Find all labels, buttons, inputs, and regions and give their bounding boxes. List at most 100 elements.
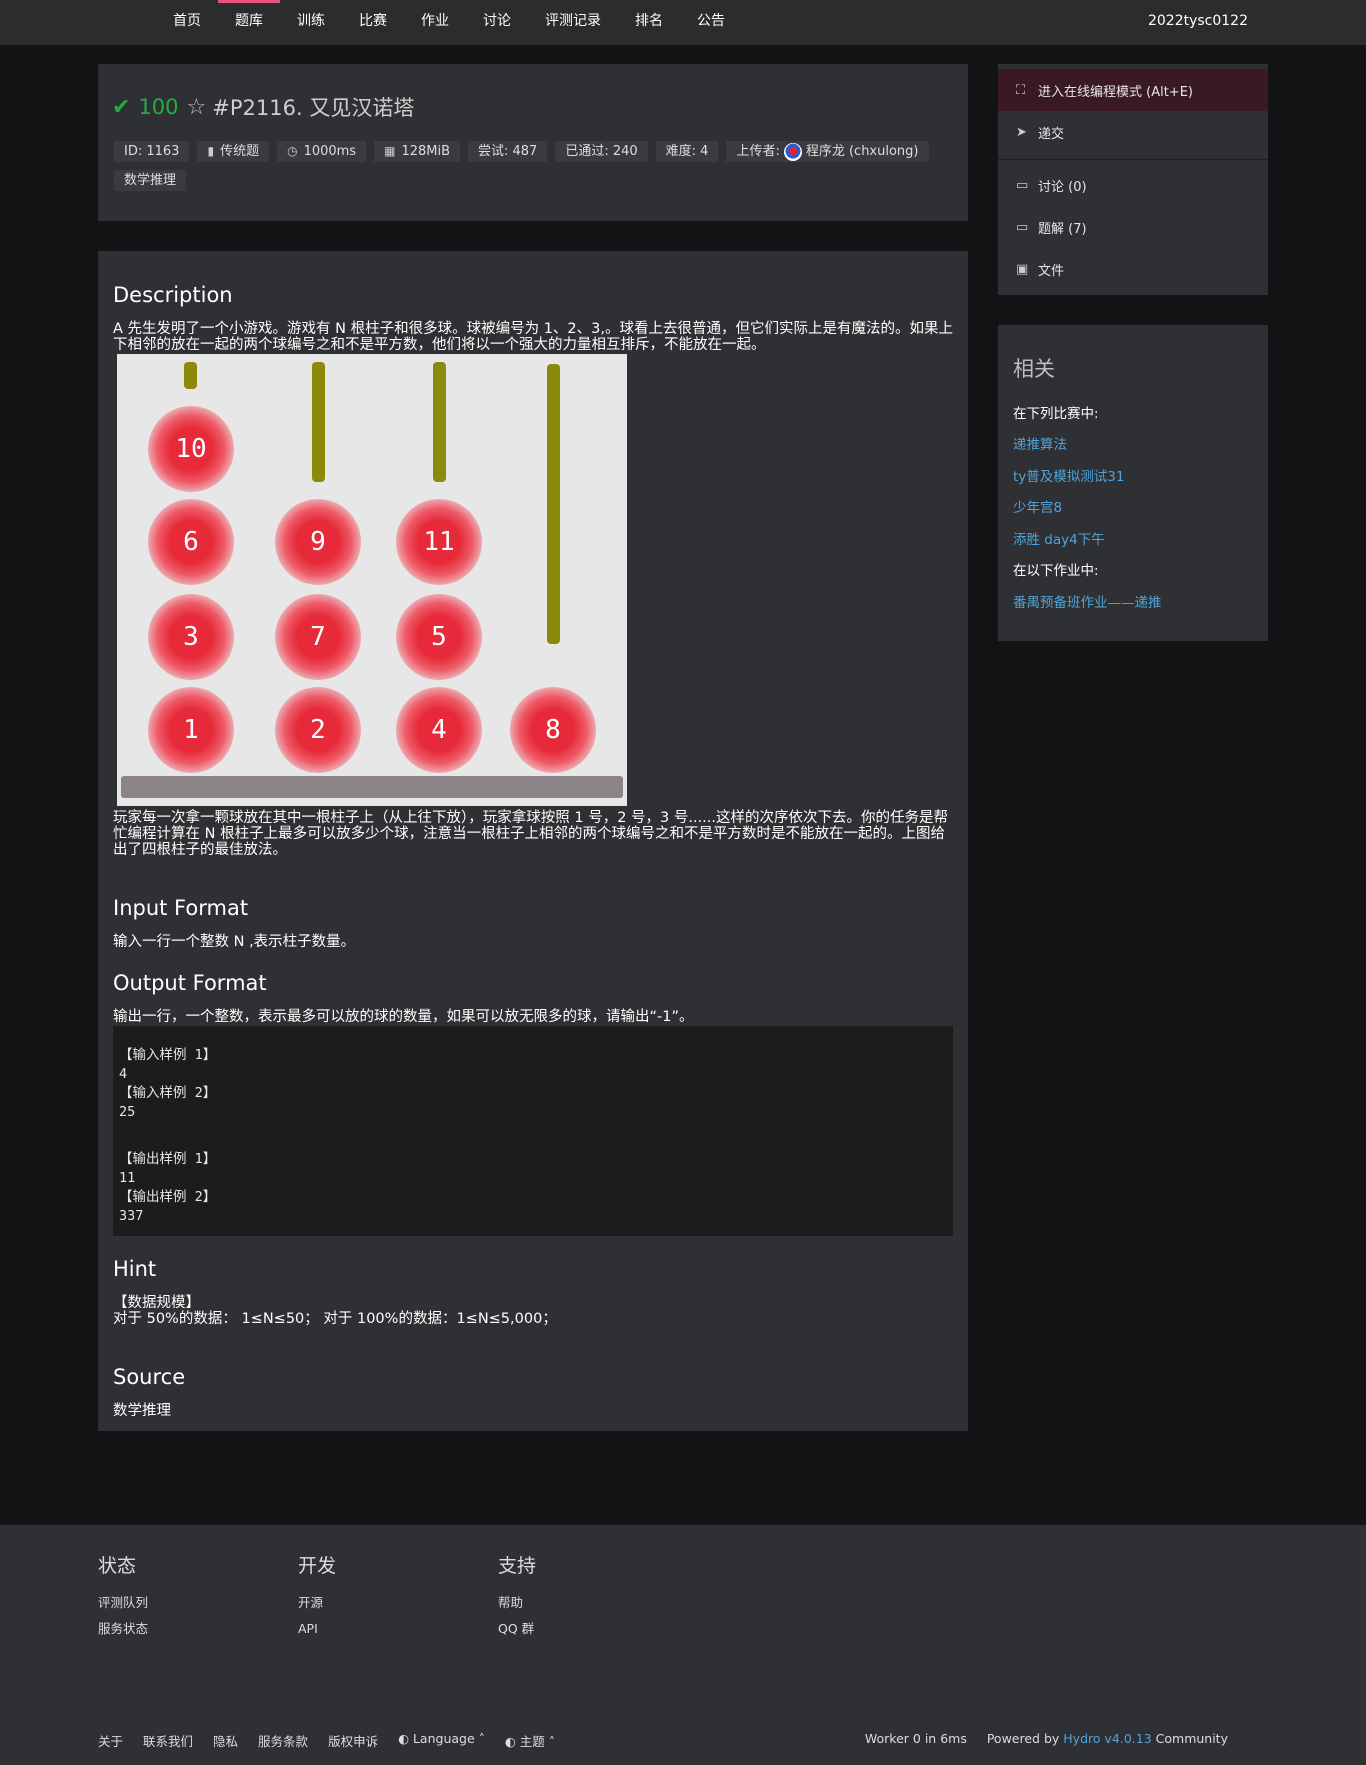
ball: 2 (275, 687, 361, 773)
caret-up-icon: ˄ (474, 1731, 485, 1746)
submit-button[interactable]: ➤ 递交 (998, 111, 1268, 153)
footer-link[interactable]: API (298, 1616, 336, 1642)
footer-status-col: 状态 评测队列 服务状态 (98, 1551, 148, 1642)
expand-icon: ⛶ (1016, 82, 1026, 98)
hydro-link[interactable]: Hydro v4.0.13 (1063, 1731, 1151, 1746)
sidebar-divider (998, 159, 1268, 160)
sample-output-1-label: 【输出样例 1】 (119, 1151, 217, 1167)
pole-2 (312, 362, 325, 482)
pole-4 (547, 364, 560, 644)
nav-ranking[interactable]: 排名 (618, 0, 680, 45)
uploader-link[interactable]: 程序龙 (chxulong) (806, 141, 919, 162)
footer-privacy-link[interactable]: 隐私 (213, 1731, 238, 1750)
solution-link[interactable]: ▭ 题解 (7) (998, 206, 1268, 248)
source-text: 数学推理 (113, 1403, 171, 1419)
description-text-2: 玩家每一次拿一颗球放在其中一根柱子上（从上往下放），玩家拿球按照 1 号，2 号… (113, 810, 949, 858)
meta-id: ID: 1163 (114, 141, 190, 162)
related-contest-link[interactable]: 少年宫8 (1013, 496, 1062, 516)
footer: 状态 评测队列 服务状态 开发 开源 API 支持 帮助 QQ 群 关于 联系我… (0, 1525, 1366, 1765)
footer-copyright-link[interactable]: 版权申诉 (328, 1731, 378, 1750)
footer-about-link[interactable]: 关于 (98, 1731, 123, 1750)
footer-link[interactable]: QQ 群 (498, 1616, 536, 1642)
discuss-link[interactable]: ▭ 讨论 (0) (998, 164, 1268, 206)
contests-label: 在下列比赛中: (1013, 406, 1099, 422)
sidebar-actions: ⛶ 进入在线编程模式 (Alt+E) ➤ 递交 ▭ 讨论 (0) ▭ 题解 (7… (998, 64, 1268, 295)
footer-link[interactable]: 评测队列 (98, 1590, 148, 1616)
meta-uploader: 上传者: 程序龙 (chxulong) (726, 141, 929, 162)
accepted-check-icon: ✔ (112, 94, 131, 120)
sample-output-1: 11 (119, 1170, 136, 1186)
related-contest-link[interactable]: ty普及模拟测试31 (1013, 465, 1124, 485)
footer-right-info: Worker 0 in 6ms Powered by Hydro v4.0.13… (865, 1731, 1228, 1746)
homework-label: 在以下作业中: (1013, 563, 1099, 579)
meta-tag[interactable]: 数学推理 (114, 170, 187, 191)
footer-dev-heading: 开发 (298, 1555, 337, 1577)
nav-records[interactable]: 评测记录 (528, 0, 618, 45)
footer-dev-col: 开发 开源 API (298, 1551, 336, 1642)
footer-link[interactable]: 开源 (298, 1590, 336, 1616)
footer-link[interactable]: 帮助 (498, 1590, 536, 1616)
problem-score: 100 (138, 95, 179, 119)
nav-home[interactable]: 首页 (156, 0, 218, 45)
ball: 7 (275, 594, 361, 680)
star-icon[interactable]: ☆ (187, 95, 207, 120)
description-text-1: A 先生发明了一个小游戏。游戏有 N 根柱子和很多球。球被编号为 1、2、3,。… (113, 321, 953, 353)
theme-icon: ◐ (504, 1734, 520, 1749)
discuss-label: 讨论 (0) (1038, 179, 1087, 195)
ball: 4 (396, 687, 482, 773)
ball: 1 (148, 687, 234, 773)
sample-input-2-label: 【输入样例 2】 (119, 1085, 217, 1101)
user-menu[interactable]: 2022tysc0122 (1148, 0, 1248, 43)
pole-3 (433, 362, 446, 482)
nav-discuss[interactable]: 讨论 (466, 0, 528, 45)
footer-support-heading: 支持 (498, 1555, 537, 1577)
image-file-icon: ▣ (1016, 261, 1029, 277)
files-link[interactable]: ▣ 文件 (998, 248, 1268, 290)
output-format-text: 输出一行，一个整数，表示最多可以放的球的数量，如果可以放无限多的球，请输出“-1… (113, 1009, 694, 1025)
caret-up-icon: ˄ (544, 1734, 556, 1749)
problem-meta: ID: 1163 ▮ 传统题 ◷ 1000ms ▦ 128MiB 尝试: 487 已通… (114, 141, 954, 191)
comment-icon: ▭ (1016, 177, 1029, 193)
hint-text-1: 【数据规模】 (113, 1295, 200, 1311)
ball: 6 (148, 499, 234, 585)
sample-output-2-label: 【输出样例 2】 (119, 1189, 217, 1205)
online-ide-button[interactable]: ⛶ 进入在线编程模式 (Alt+E) (998, 69, 1268, 111)
problem-title-row: ✔ 100 ☆ #P2116. 又见汉诺塔 (112, 92, 414, 122)
nav-problems[interactable]: 题库 (218, 0, 280, 45)
top-nav: 首页 题库 训练 比赛 作业 讨论 评测记录 排名 公告 2022tysc012… (0, 0, 1366, 45)
footer-bottom-links: 关于 联系我们 隐私 服务条款 版权申诉 ◐ Language ˄ ◐ 主题 ˄ (98, 1731, 555, 1750)
sample-code-block: 【输入样例 1】 4 【输入样例 2】 25 【输出样例 1】 11 【输出样例… (113, 1026, 953, 1236)
description-heading: Description (113, 283, 233, 307)
input-format-text: 输入一行一个整数 N ,表示柱子数量。 (113, 934, 356, 950)
footer-terms-link[interactable]: 服务条款 (258, 1731, 308, 1750)
avatar (783, 142, 802, 161)
meta-passed: 已通过: 240 (555, 141, 648, 162)
nav-contest[interactable]: 比赛 (342, 0, 404, 45)
ball: 11 (396, 499, 482, 585)
memory-icon: ▦ (384, 144, 396, 158)
pole-1 (184, 362, 197, 389)
related-homework-link[interactable]: 番禺预备班作业——递推 (1013, 591, 1162, 611)
footer-link[interactable]: 服务状态 (98, 1616, 148, 1642)
footer-contact-link[interactable]: 联系我们 (143, 1731, 193, 1750)
language-selector[interactable]: ◐ Language ˄ (398, 1731, 485, 1750)
hint-text-2: 对于 50%的数据： 1≤N≤50； 对于 100%的数据：1≤N≤5,000； (113, 1311, 557, 1327)
footer-support-col: 支持 帮助 QQ 群 (498, 1551, 536, 1642)
nav-homework[interactable]: 作业 (404, 0, 466, 45)
meta-time: ◷ 1000ms (277, 141, 367, 162)
nav-training[interactable]: 训练 (280, 0, 342, 45)
files-label: 文件 (1038, 263, 1065, 279)
theme-selector[interactable]: ◐ 主题 ˄ (505, 1731, 555, 1750)
globe-icon: ◐ (398, 1731, 413, 1746)
problem-header: ✔ 100 ☆ #P2116. 又见汉诺塔 ID: 1163 ▮ 传统题 ◷ 100… (98, 64, 968, 221)
related-contest-link[interactable]: 递推算法 (1013, 433, 1067, 453)
online-ide-label: 进入在线编程模式 (Alt+E) (1038, 84, 1193, 100)
related-title: 相关 (1013, 357, 1055, 381)
source-heading: Source (113, 1365, 186, 1389)
nav-items: 首页 题库 训练 比赛 作业 讨论 评测记录 排名 公告 (156, 0, 742, 45)
nav-announcement[interactable]: 公告 (680, 0, 742, 45)
sample-output-2: 337 (119, 1208, 144, 1224)
sample-input-1: 4 (119, 1066, 128, 1082)
figure-base (121, 776, 623, 798)
related-contest-link[interactable]: 添胜 day4下午 (1013, 528, 1105, 548)
